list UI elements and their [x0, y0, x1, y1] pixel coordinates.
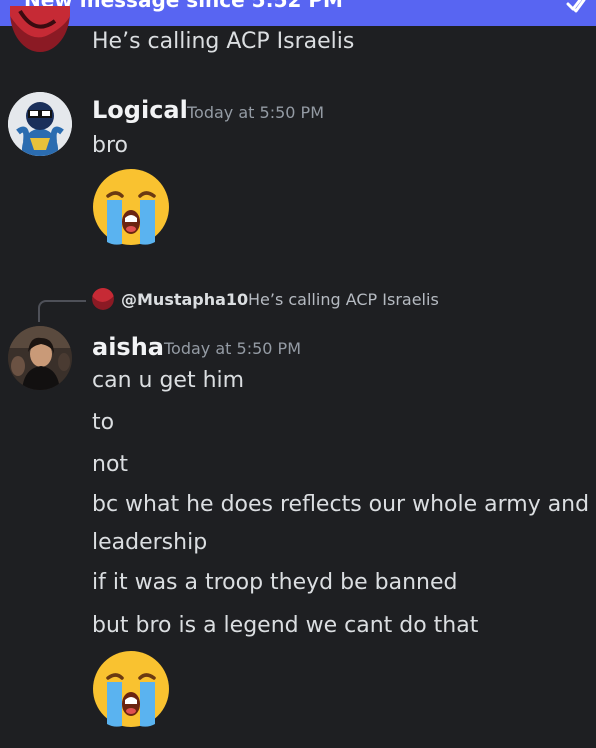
message-text: if it was a troop theyd be banned: [92, 570, 458, 595]
reply-username[interactable]: @Mustapha10: [121, 290, 248, 309]
reply-spine: [38, 300, 86, 322]
username[interactable]: aisha: [92, 333, 164, 361]
message-text: bro: [92, 133, 128, 158]
message-text: He’s calling ACP Israelis: [92, 29, 355, 54]
message-text: bc what he does reflects our whole army …: [92, 492, 590, 517]
message-text: to: [92, 410, 115, 435]
username[interactable]: Logical: [92, 96, 188, 124]
new-messages-banner-text: New message since 5:52 PM: [24, 0, 343, 12]
avatar[interactable]: [8, 92, 72, 156]
loudly-crying-face-icon: [93, 169, 169, 245]
mark-read-icon[interactable]: [562, 0, 590, 22]
timestamp: Today at 5:50 PM: [164, 339, 301, 358]
reply-preview-text[interactable]: He’s calling ACP Israelis: [248, 290, 439, 309]
reply-avatar[interactable]: [92, 288, 114, 310]
loudly-crying-face-icon: [93, 651, 169, 727]
message-text: but bro is a legend we cant do that: [92, 613, 479, 638]
avatar[interactable]: [10, 6, 70, 54]
timestamp: Today at 5:50 PM: [187, 103, 324, 122]
new-messages-banner[interactable]: New message since 5:52 PM: [0, 0, 596, 26]
message-text: not: [92, 452, 129, 477]
avatar[interactable]: [8, 326, 72, 390]
message-text: can u get him: [92, 368, 245, 393]
message-text: leadership: [92, 530, 208, 555]
